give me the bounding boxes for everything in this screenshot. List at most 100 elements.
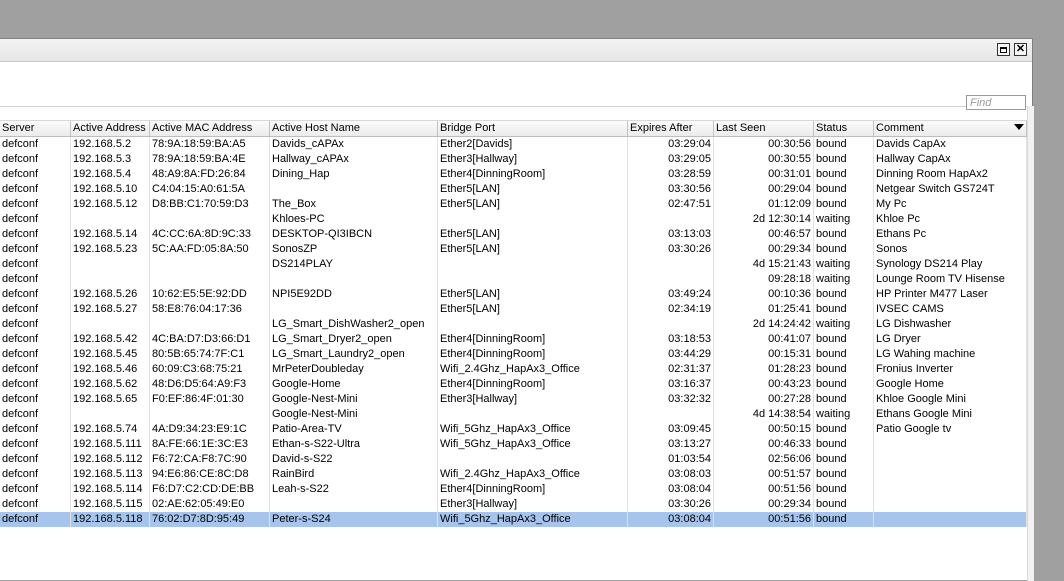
- cell-seen: 4d 15:21:43: [714, 257, 814, 272]
- column-header-expires-after[interactable]: Expires After: [628, 121, 714, 136]
- cell-host: Leah-s-S22: [270, 482, 438, 497]
- cell-status: bound: [814, 467, 874, 482]
- column-header-bridge-port[interactable]: Bridge Port: [438, 121, 628, 136]
- table-row[interactable]: defconf 09:28:18 waiting Lounge Room TV His…: [0, 272, 1027, 287]
- table-row[interactable]: defconf 192.168.5.74 4A:D9:34:23:E9:1C Pati…: [0, 422, 1027, 437]
- vertical-scrollbar[interactable]: [1027, 106, 1034, 581]
- table-row[interactable]: defconf 192.168.5.2 78:9A:18:59:BA:A5 David…: [0, 137, 1027, 152]
- table-row[interactable]: defconf 192.168.5.111 8A:FE:66:1E:3C:E3 Eth…: [0, 437, 1027, 452]
- column-header-active-mac-address[interactable]: Active MAC Address: [150, 121, 270, 136]
- cell-server: defconf: [0, 377, 71, 392]
- cell-expires: 03:30:26: [628, 242, 714, 257]
- cell-comment: Lounge Room TV Hisense: [874, 272, 1027, 287]
- table-row[interactable]: defconf 192.168.5.65 F0:EF:86:4F:01:30 Goog…: [0, 392, 1027, 407]
- cell-expires: 03:44:29: [628, 347, 714, 362]
- cell-port: [438, 212, 628, 227]
- cell-comment: [874, 512, 1027, 527]
- table-row[interactable]: defconf 192.168.5.10 C4:04:15:A0:61:5A Ethe…: [0, 182, 1027, 197]
- table-row[interactable]: defconf 192.168.5.118 76:02:D7:8D:95:49 Pet…: [0, 512, 1027, 527]
- cell-seen: 00:46:33: [714, 437, 814, 452]
- column-header-last-seen[interactable]: Last Seen: [714, 121, 814, 136]
- cell-comment: [874, 437, 1027, 452]
- table-row[interactable]: defconf 192.168.5.46 60:09:C3:68:75:21 MrPe…: [0, 362, 1027, 377]
- cell-mac: 48:D6:D5:64:A9:F3: [150, 377, 270, 392]
- table-row[interactable]: defconf 192.168.5.42 4C:BA:D7:D3:66:D1 LG_S…: [0, 332, 1027, 347]
- cell-expires: 02:31:37: [628, 362, 714, 377]
- cell-address: 192.168.5.26: [71, 287, 150, 302]
- cell-seen: 01:12:09: [714, 197, 814, 212]
- cell-mac: 4A:D9:34:23:E9:1C: [150, 422, 270, 437]
- cell-port: Ether4[DinningRoom]: [438, 377, 628, 392]
- table-row[interactable]: defconf LG_Smart_DishWasher2_open 2d 14:24…: [0, 317, 1027, 332]
- table-row[interactable]: defconf Khloes-PC 2d 12:30:14 waiting Khloe …: [0, 212, 1027, 227]
- cell-comment: Google Home: [874, 377, 1027, 392]
- cell-mac: 60:09:C3:68:75:21: [150, 362, 270, 377]
- table-row[interactable]: defconf DS214PLAY 4d 15:21:43 waiting Synolo…: [0, 257, 1027, 272]
- cell-mac: D8:BB:C1:70:59:D3: [150, 197, 270, 212]
- cell-seen: 00:15:31: [714, 347, 814, 362]
- cell-mac: [150, 317, 270, 332]
- column-header-active-address[interactable]: Active Address: [71, 121, 150, 136]
- table-row[interactable]: defconf Google-Nest-Mini 4d 14:38:54 waitin…: [0, 407, 1027, 422]
- cell-comment: [874, 467, 1027, 482]
- cell-port: Ether3[Hallway]: [438, 152, 628, 167]
- cell-address: 192.168.5.45: [71, 347, 150, 362]
- cell-mac: 78:9A:18:59:BA:A5: [150, 137, 270, 152]
- cell-mac: 4C:BA:D7:D3:66:D1: [150, 332, 270, 347]
- table-row[interactable]: defconf 192.168.5.115 02:AE:62:05:49:E0 Eth…: [0, 497, 1027, 512]
- column-header-status[interactable]: Status: [814, 121, 874, 136]
- cell-server: defconf: [0, 437, 71, 452]
- cell-address: 192.168.5.113: [71, 467, 150, 482]
- cell-expires: 03:18:53: [628, 332, 714, 347]
- column-header-server[interactable]: Server: [0, 121, 71, 136]
- cell-port: [438, 452, 628, 467]
- cell-comment: Dinning Room HapAx2: [874, 167, 1027, 182]
- table-row[interactable]: defconf 192.168.5.3 78:9A:18:59:BA:4E Hallw…: [0, 152, 1027, 167]
- table-row[interactable]: defconf 192.168.5.23 5C:AA:FD:05:8A:50 Sono…: [0, 242, 1027, 257]
- cell-comment: HP Printer M477 Laser: [874, 287, 1027, 302]
- cell-address: 192.168.5.118: [71, 512, 150, 527]
- cell-mac: [150, 407, 270, 422]
- table-row[interactable]: defconf 192.168.5.45 80:5B:65:74:7F:C1 LG_S…: [0, 347, 1027, 362]
- cell-host: NPI5E92DD: [270, 287, 438, 302]
- cell-expires: 03:13:03: [628, 227, 714, 242]
- cell-mac: 76:02:D7:8D:95:49: [150, 512, 270, 527]
- cell-address: [71, 272, 150, 287]
- cell-host: RainBird: [270, 467, 438, 482]
- cell-host: SonosZP: [270, 242, 438, 257]
- cell-seen: 00:29:34: [714, 497, 814, 512]
- cell-server: defconf: [0, 362, 71, 377]
- column-menu-chevron-down-icon[interactable]: [1014, 124, 1024, 130]
- table-row[interactable]: defconf 192.168.5.114 F6:D7:C2:CD:DE:BB Lea…: [0, 482, 1027, 497]
- cell-seen: 00:51:56: [714, 482, 814, 497]
- cell-expires: 03:08:04: [628, 512, 714, 527]
- cell-host: Ethan-s-S22-Ultra: [270, 437, 438, 452]
- table-row[interactable]: defconf 192.168.5.27 58:E8:76:04:17:36 Ethe…: [0, 302, 1027, 317]
- table-row[interactable]: defconf 192.168.5.12 D8:BB:C1:70:59:D3 The_…: [0, 197, 1027, 212]
- cell-comment: Patio Google tv: [874, 422, 1027, 437]
- cell-address: 192.168.5.114: [71, 482, 150, 497]
- table-row[interactable]: defconf 192.168.5.112 F6:72:CA:F8:7C:90 Dav…: [0, 452, 1027, 467]
- find-input[interactable]: [966, 95, 1026, 110]
- cell-mac: 94:E6:86:CE:8C:D8: [150, 467, 270, 482]
- table-row[interactable]: defconf 192.168.5.62 48:D6:D5:64:A9:F3 Goog…: [0, 377, 1027, 392]
- column-header-comment[interactable]: Comment: [874, 121, 1027, 136]
- cell-seen: 02:56:06: [714, 452, 814, 467]
- cell-port: Ether4[DinningRoom]: [438, 347, 628, 362]
- cell-comment: Khloe Pc: [874, 212, 1027, 227]
- cell-host: Khloes-PC: [270, 212, 438, 227]
- table-row[interactable]: defconf 192.168.5.14 4C:CC:6A:8D:9C:33 DESK…: [0, 227, 1027, 242]
- table-row[interactable]: defconf 192.168.5.113 94:E6:86:CE:8C:D8 Rai…: [0, 467, 1027, 482]
- table-row[interactable]: defconf 192.168.5.4 48:A9:8A:FD:26:84 Dinin…: [0, 167, 1027, 182]
- cell-port: Ether4[DinningRoom]: [438, 482, 628, 497]
- cell-address: 192.168.5.42: [71, 332, 150, 347]
- cell-host: The_Box: [270, 197, 438, 212]
- table-row[interactable]: defconf 192.168.5.26 10:62:E5:5E:92:DD NPI5…: [0, 287, 1027, 302]
- cell-port: Ether5[LAN]: [438, 227, 628, 242]
- cell-expires: 03:49:24: [628, 287, 714, 302]
- cell-comment: My Pc: [874, 197, 1027, 212]
- cell-port: Ether5[LAN]: [438, 197, 628, 212]
- close-button[interactable]: ✕: [1014, 43, 1027, 56]
- column-header-active-host-name[interactable]: Active Host Name: [270, 121, 438, 136]
- maximize-button[interactable]: [997, 43, 1010, 56]
